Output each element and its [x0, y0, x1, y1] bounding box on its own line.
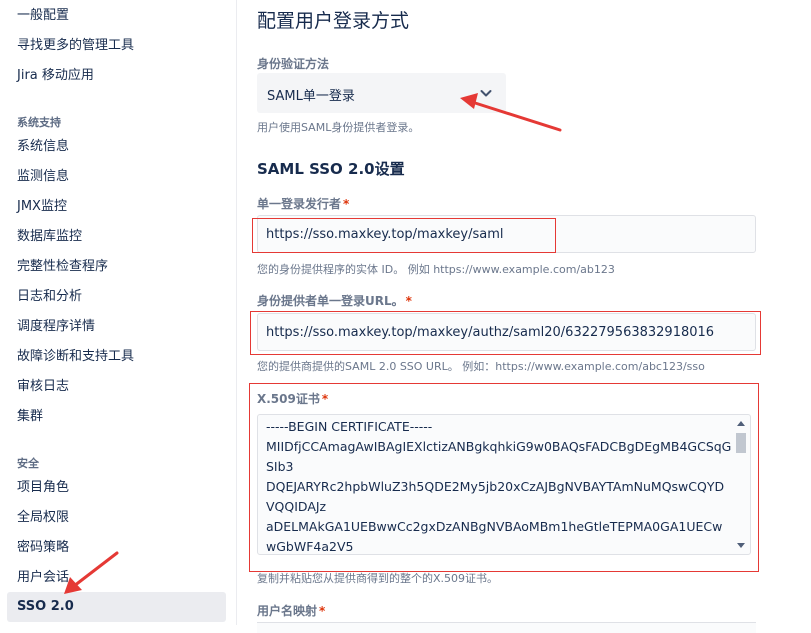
annotation-arrow-select: [460, 93, 562, 132]
annotation-arrow-sso: [64, 551, 119, 594]
annotation-arrows: [64, 93, 562, 594]
